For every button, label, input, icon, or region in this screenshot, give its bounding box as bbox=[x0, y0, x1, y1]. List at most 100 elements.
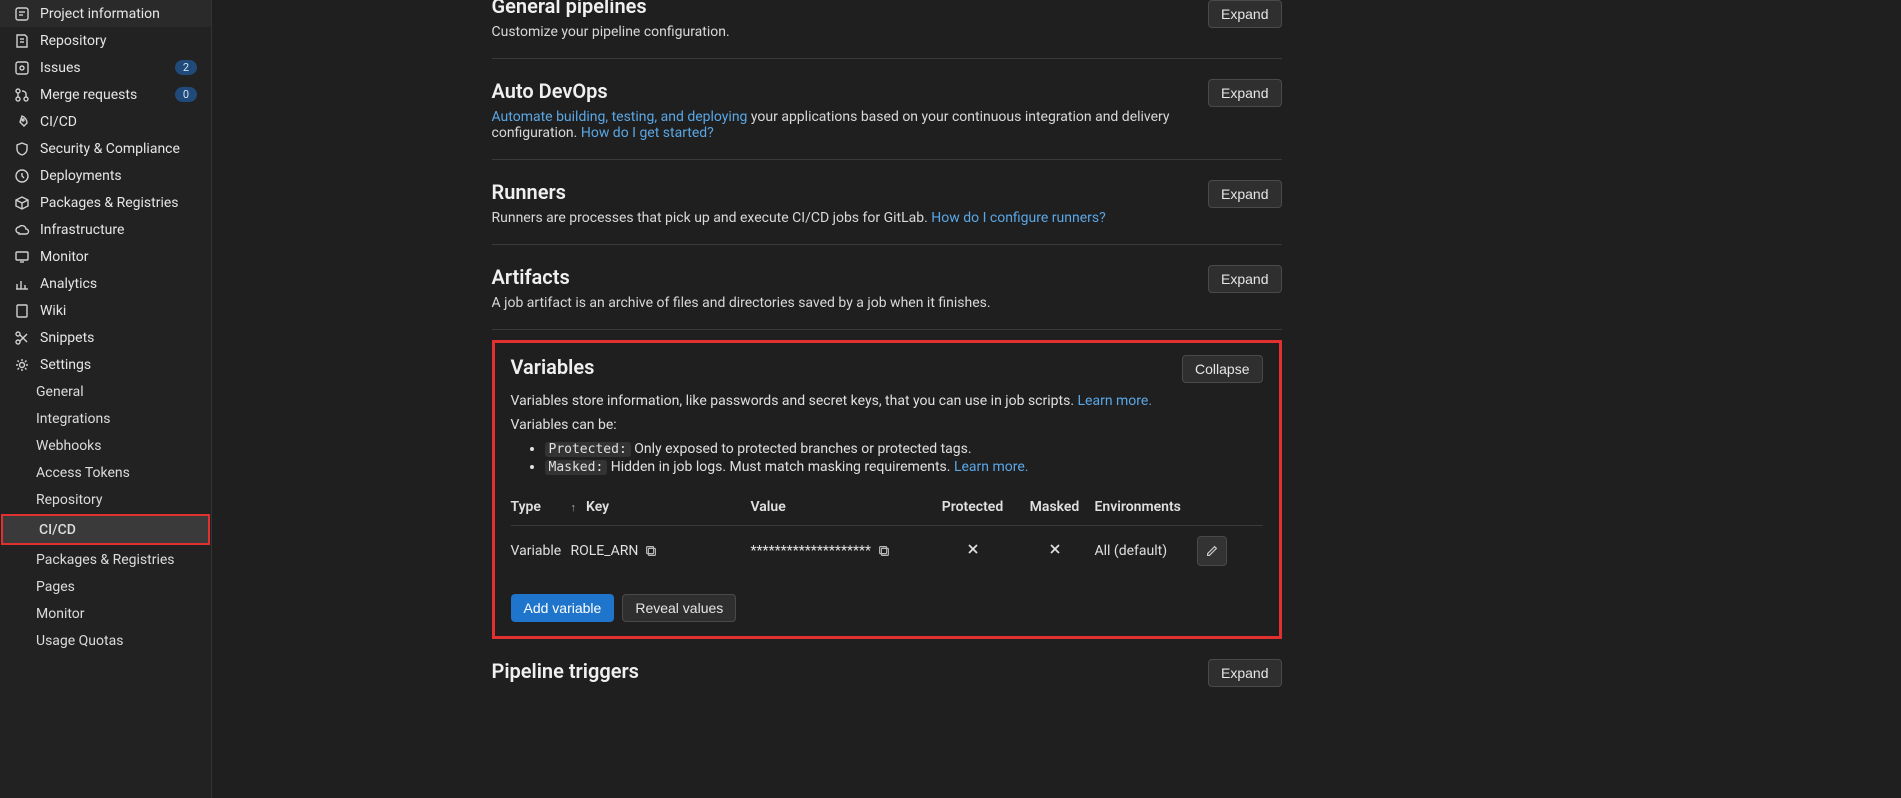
add-variable-button[interactable]: Add variable bbox=[511, 594, 615, 622]
subitem-label: Packages & Registries bbox=[36, 552, 175, 568]
section-desc: Runners are processes that pick up and e… bbox=[492, 210, 1106, 226]
section-desc: A job artifact is an archive of files an… bbox=[492, 295, 991, 311]
variables-desc: Variables store information, like passwo… bbox=[511, 393, 1263, 409]
expand-button[interactable]: Expand bbox=[1208, 265, 1281, 293]
masked-learnmore-link[interactable]: Learn more. bbox=[954, 459, 1029, 475]
variables-canbe: Variables can be: bbox=[511, 417, 1263, 433]
list-item: Masked: Hidden in job logs. Must match m… bbox=[545, 459, 1263, 475]
shield-icon bbox=[14, 141, 30, 157]
project-icon bbox=[14, 6, 30, 22]
sidebar-item-snippets[interactable]: Snippets bbox=[0, 324, 211, 351]
section-auto-devops: Auto DevOps Automate building, testing, … bbox=[492, 59, 1282, 160]
sidebar-item-repository[interactable]: Repository bbox=[0, 27, 211, 54]
sidebar-item-merge-requests[interactable]: Merge requests 0 bbox=[0, 81, 211, 108]
sidebar-label: Issues bbox=[40, 60, 165, 76]
mr-badge: 0 bbox=[175, 87, 197, 102]
cell-protected bbox=[931, 542, 1015, 560]
issues-icon bbox=[14, 60, 30, 76]
section-title: General pipelines bbox=[492, 0, 730, 18]
subitem-pages[interactable]: Pages bbox=[0, 573, 211, 600]
sidebar-item-deployments[interactable]: Deployments bbox=[0, 162, 211, 189]
autodevops-getstarted-link[interactable]: How do I get started? bbox=[581, 125, 714, 141]
section-desc: Customize your pipeline configuration. bbox=[492, 24, 730, 40]
subitem-label: General bbox=[36, 384, 84, 400]
th-protected[interactable]: Protected bbox=[931, 499, 1015, 515]
section-title: Artifacts bbox=[492, 265, 991, 289]
edit-button[interactable] bbox=[1197, 536, 1227, 566]
subitem-packages[interactable]: Packages & Registries bbox=[0, 546, 211, 573]
sidebar-label: Wiki bbox=[40, 303, 197, 319]
collapse-button[interactable]: Collapse bbox=[1182, 355, 1262, 383]
section-title: Variables bbox=[511, 355, 595, 379]
section-title: Auto DevOps bbox=[492, 79, 1209, 103]
subitem-usage-quotas[interactable]: Usage Quotas bbox=[0, 627, 211, 654]
x-icon bbox=[966, 542, 980, 556]
subitem-label: Usage Quotas bbox=[36, 633, 123, 649]
masked-code: Masked: bbox=[545, 460, 608, 475]
subitem-label: CI/CD bbox=[39, 522, 76, 538]
sidebar-item-analytics[interactable]: Analytics bbox=[0, 270, 211, 297]
subitem-repository[interactable]: Repository bbox=[0, 486, 211, 513]
autodevops-automate-link[interactable]: Automate building, testing, and deployin… bbox=[492, 109, 748, 125]
th-masked[interactable]: Masked bbox=[1015, 499, 1095, 515]
subitem-general[interactable]: General bbox=[0, 378, 211, 405]
subitem-label: Integrations bbox=[36, 411, 110, 427]
subitem-integrations[interactable]: Integrations bbox=[0, 405, 211, 432]
copy-icon[interactable] bbox=[644, 544, 658, 558]
variables-learnmore-link[interactable]: Learn more. bbox=[1078, 393, 1153, 409]
sidebar-item-infrastructure[interactable]: Infrastructure bbox=[0, 216, 211, 243]
expand-button[interactable]: Expand bbox=[1208, 659, 1281, 687]
protected-code: Protected: bbox=[545, 442, 631, 457]
sidebar-item-monitor[interactable]: Monitor bbox=[0, 243, 211, 270]
cell-key-text: ROLE_ARN bbox=[571, 543, 639, 559]
masked-text: Hidden in job logs. Must match masking r… bbox=[607, 459, 954, 475]
sidebar-label: Analytics bbox=[40, 276, 197, 292]
sidebar-label: Deployments bbox=[40, 168, 197, 184]
expand-button[interactable]: Expand bbox=[1208, 0, 1281, 28]
runners-text: Runners are processes that pick up and e… bbox=[492, 210, 932, 226]
sidebar-label: Packages & Registries bbox=[40, 195, 197, 211]
expand-button[interactable]: Expand bbox=[1208, 79, 1281, 107]
table-row: Variable ROLE_ARN ******************** bbox=[511, 526, 1263, 576]
sidebar-label: Repository bbox=[40, 33, 197, 49]
variables-table: Type ↑ Key Value Protected Masked Environ… bbox=[511, 489, 1263, 576]
cell-masked bbox=[1015, 542, 1095, 560]
sidebar-item-cicd[interactable]: CI/CD bbox=[0, 108, 211, 135]
sidebar-label: Monitor bbox=[40, 249, 197, 265]
subitem-label: Monitor bbox=[36, 606, 85, 622]
reveal-values-button[interactable]: Reveal values bbox=[622, 594, 736, 622]
th-env[interactable]: Environments bbox=[1095, 499, 1187, 515]
sidebar-label: Project information bbox=[40, 6, 197, 22]
sort-arrow-icon: ↑ bbox=[571, 501, 577, 514]
sidebar-label: Merge requests bbox=[40, 87, 165, 103]
sidebar-item-packages[interactable]: Packages & Registries bbox=[0, 189, 211, 216]
sidebar-label: CI/CD bbox=[40, 114, 197, 130]
list-item: Protected: Only exposed to protected bra… bbox=[545, 441, 1263, 457]
subitem-cicd[interactable]: CI/CD bbox=[3, 516, 208, 543]
th-type[interactable]: Type bbox=[511, 499, 571, 515]
subitem-access-tokens[interactable]: Access Tokens bbox=[0, 459, 211, 486]
subitem-webhooks[interactable]: Webhooks bbox=[0, 432, 211, 459]
variables-desc-text: Variables store information, like passwo… bbox=[511, 393, 1078, 409]
sidebar-item-project-info[interactable]: Project information bbox=[0, 0, 211, 27]
sidebar-item-issues[interactable]: Issues 2 bbox=[0, 54, 211, 81]
package-icon bbox=[14, 195, 30, 211]
issues-badge: 2 bbox=[175, 60, 197, 75]
x-icon bbox=[1048, 542, 1062, 556]
variable-actions: Add variable Reveal values bbox=[511, 594, 1263, 622]
th-key-label: Key bbox=[586, 499, 609, 515]
subitem-label: Webhooks bbox=[36, 438, 102, 454]
copy-icon[interactable] bbox=[877, 544, 891, 558]
subitem-cicd-highlight: CI/CD bbox=[1, 514, 210, 545]
sidebar-item-settings[interactable]: Settings bbox=[0, 351, 211, 378]
section-artifacts: Artifacts A job artifact is an archive o… bbox=[492, 245, 1282, 330]
sidebar-item-security[interactable]: Security & Compliance bbox=[0, 135, 211, 162]
sidebar-label: Settings bbox=[40, 357, 197, 373]
expand-button[interactable]: Expand bbox=[1208, 180, 1281, 208]
runners-configure-link[interactable]: How do I configure runners? bbox=[931, 210, 1105, 226]
subitem-monitor[interactable]: Monitor bbox=[0, 600, 211, 627]
sidebar-item-wiki[interactable]: Wiki bbox=[0, 297, 211, 324]
th-value[interactable]: Value bbox=[751, 499, 931, 515]
th-key[interactable]: ↑ Key bbox=[571, 499, 751, 515]
sidebar-label: Snippets bbox=[40, 330, 197, 346]
